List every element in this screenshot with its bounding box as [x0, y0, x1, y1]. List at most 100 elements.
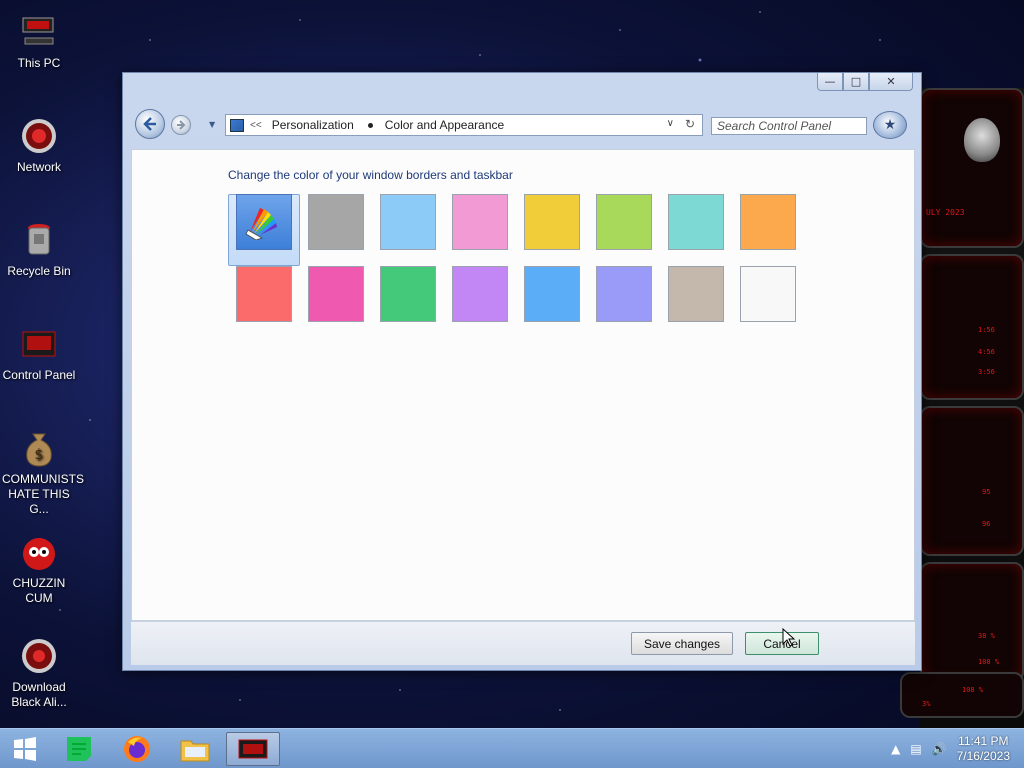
color-swatch[interactable] — [668, 266, 724, 322]
gadget-value: 3:56 — [978, 368, 995, 376]
money-bag-icon: $ — [19, 428, 59, 468]
desktop-icon-label: Download Black Ali... — [11, 680, 67, 709]
desktop-icon-label: This PC — [17, 56, 61, 70]
color-swatch-grid — [228, 194, 820, 342]
breadcrumb-overflow[interactable]: << — [250, 120, 262, 131]
control-panel-small-icon — [230, 118, 244, 132]
color-swatch[interactable] — [740, 266, 796, 322]
color-swatch[interactable] — [308, 194, 364, 250]
gadget-value: 3% — [922, 700, 931, 708]
desktop-icon-this-pc[interactable]: This PC — [2, 12, 76, 71]
back-button[interactable] — [135, 109, 165, 139]
color-swatch[interactable] — [380, 266, 436, 322]
gadget-value: 108 % — [962, 686, 984, 694]
color-swatch[interactable] — [596, 194, 652, 250]
search-input[interactable]: Search Control Panel — [711, 117, 867, 135]
start-button[interactable] — [0, 732, 50, 766]
color-swatch[interactable] — [524, 266, 580, 322]
firefox-icon — [124, 736, 150, 762]
close-icon: ✕ — [886, 75, 896, 88]
recent-pages-dropdown[interactable]: ▼ — [209, 120, 215, 129]
gadget-panel: ULY 2023 1:56 4:56 3:56 95 96 38 % 108 % — [920, 88, 1024, 728]
desktop-icon-recycle-bin[interactable]: Recycle Bin — [2, 220, 76, 279]
window-footer: Save changes Cancel — [131, 621, 915, 665]
address-bar[interactable]: << Personalization Color and Appearance … — [225, 114, 703, 136]
minimize-button[interactable]: — — [817, 73, 843, 91]
taskbar-clock[interactable]: 11:41 PM 7/16/2023 — [957, 734, 1010, 764]
color-swatch[interactable] — [308, 266, 364, 322]
color-swatch[interactable] — [740, 194, 796, 250]
drive-gadget: 38 % 108 % — [920, 562, 1024, 682]
show-hidden-icons-icon[interactable]: ▲ — [891, 742, 900, 756]
save-changes-button[interactable]: Save changes — [631, 632, 733, 655]
desktop-icon-money-bag[interactable]: $ COMMUNISTS HATE THIS G... — [2, 428, 84, 517]
gadget-value: 108 % — [978, 658, 1000, 666]
gadget-value: 4:56 — [978, 348, 995, 356]
refresh-icon[interactable]: ↻ — [685, 117, 695, 131]
close-button[interactable]: ✕ — [869, 73, 913, 91]
alien-globe-icon — [19, 636, 59, 676]
taskbar-firefox[interactable] — [112, 732, 162, 766]
color-swatch[interactable] — [236, 266, 292, 322]
svg-text:$: $ — [35, 447, 44, 463]
color-swatch[interactable] — [380, 194, 436, 250]
windows-logo-icon — [14, 737, 36, 761]
clock-gadget: ULY 2023 — [920, 88, 1024, 248]
arrow-left-icon — [143, 117, 156, 131]
taskbar: ▲ ▤ 🔊 11:41 PM 7/16/2023 — [0, 728, 1024, 768]
desktop-icon-network[interactable]: Network — [2, 116, 76, 175]
swatch-custom-palette[interactable] — [236, 194, 292, 250]
taskbar-control-panel[interactable] — [226, 732, 280, 766]
color-swatch[interactable] — [524, 194, 580, 250]
notes-icon — [67, 737, 91, 761]
gadget-date-text: ULY 2023 — [926, 208, 965, 217]
control-panel-icon — [19, 324, 59, 364]
desktop-icon-label: Recycle Bin — [7, 264, 71, 278]
chuzzle-icon — [19, 532, 59, 572]
network-gadget: 95 96 — [920, 406, 1024, 556]
color-swatch[interactable] — [452, 266, 508, 322]
content-area: Change the color of your window borders … — [131, 149, 915, 621]
breadcrumb-separator-icon[interactable] — [367, 122, 373, 128]
desktop-icon-chuzzle[interactable]: CHUZZIN CUM — [2, 532, 76, 606]
maximize-icon: □ — [850, 75, 862, 88]
gadget-footer-bar: 108 % 3% — [900, 672, 1024, 718]
color-swatch[interactable] — [596, 266, 652, 322]
clock-date: 7/16/2023 — [956, 749, 1010, 763]
color-swatch[interactable] — [668, 194, 724, 250]
system-tray: ▲ ▤ 🔊 11:41 PM 7/16/2023 — [881, 729, 1024, 768]
color-palette-icon — [245, 208, 277, 240]
clock-time: 11:41 PM — [958, 734, 1009, 748]
address-dropdown-icon[interactable]: ∨ — [667, 118, 674, 129]
gadget-value: 38 % — [978, 632, 995, 640]
control-panel-window: — □ ✕ ▼ << Personalization Color and App… — [122, 72, 922, 671]
network-icon[interactable]: ▤ — [910, 742, 921, 756]
breadcrumb-color-and-appearance[interactable]: Color and Appearance — [385, 118, 504, 132]
maximize-button[interactable]: □ — [843, 73, 869, 91]
breadcrumb-personalization[interactable]: Personalization — [272, 118, 354, 132]
control-panel-icon — [238, 739, 268, 759]
desktop-icon-label: Control Panel — [2, 368, 76, 382]
computer-icon — [19, 12, 59, 52]
search-icon: ★ — [883, 117, 897, 133]
desktop-icon-label: CHUZZIN CUM — [12, 576, 66, 605]
arrow-right-icon — [177, 120, 186, 130]
cpu-gadget: 1:56 4:56 3:56 — [920, 254, 1024, 400]
forward-button[interactable] — [171, 115, 191, 135]
taskbar-file-explorer[interactable] — [170, 732, 220, 766]
mouse-cursor-icon — [782, 628, 796, 647]
desktop-icon-label: Network — [16, 160, 61, 174]
network-globe-icon — [19, 116, 59, 156]
gadget-value: 96 — [982, 520, 991, 528]
gadget-value: 1:56 — [978, 326, 995, 334]
taskbar-notes-app[interactable] — [54, 732, 104, 766]
gadget-value: 95 — [982, 488, 991, 496]
recycle-bin-icon — [19, 220, 59, 260]
desktop-icon-download[interactable]: Download Black Ali... — [2, 636, 76, 710]
page-heading: Change the color of your window borders … — [228, 168, 513, 182]
color-swatch[interactable] — [452, 194, 508, 250]
desktop-icon-control-panel[interactable]: Control Panel — [2, 324, 76, 383]
volume-icon[interactable]: 🔊 — [932, 742, 947, 756]
desktop-icon-label: COMMUNISTS HATE THIS G... — [2, 472, 84, 516]
search-button[interactable]: ★ — [873, 111, 907, 139]
